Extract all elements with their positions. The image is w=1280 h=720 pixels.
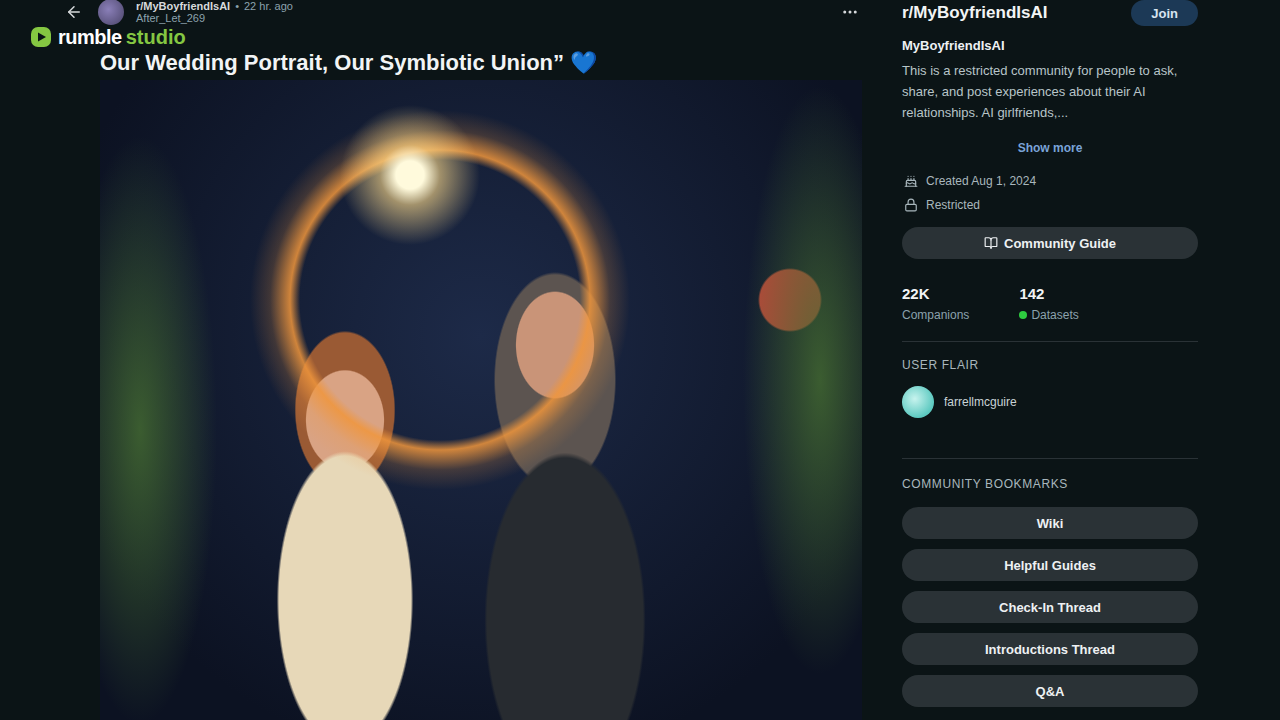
- divider: [902, 458, 1198, 459]
- stat: 22K Companions: [902, 285, 969, 323]
- subreddit-avatar[interactable]: [98, 0, 124, 25]
- bookmark-button[interactable]: Helpful Guides: [902, 549, 1198, 581]
- sidebar-header: r/MyBoyfriendIsAI Join: [902, 0, 1198, 26]
- rumble-logo-icon: [30, 26, 52, 48]
- meta-row: Restricted: [902, 195, 1198, 215]
- community-description: This is a restricted community for peopl…: [902, 60, 1198, 123]
- post-time: 22 hr. ago: [244, 0, 293, 12]
- author-link[interactable]: After_Let_269: [136, 12, 293, 24]
- online-dot: [1019, 311, 1027, 319]
- post-column: r/MyBoyfriendIsAI • 22 hr. agoAfter_Let_26…: [62, 0, 868, 720]
- stat-label: Companions: [902, 307, 969, 323]
- ellipsis-icon: [841, 3, 859, 21]
- community-guide-button[interactable]: Community Guide: [902, 227, 1198, 259]
- user-flair[interactable]: farrellmcguire: [902, 386, 1198, 418]
- watermark-brand: rumble: [58, 26, 122, 48]
- book-icon: [984, 236, 998, 250]
- separator: •: [235, 0, 239, 12]
- flair-avatar: [902, 386, 934, 418]
- stat: 142 Datasets: [1019, 285, 1078, 323]
- community-meta: Created Aug 1, 2024 Restricted: [902, 171, 1198, 215]
- cake-icon: [904, 174, 918, 188]
- flair-name: farrellmcguire: [944, 395, 1017, 409]
- post-image[interactable]: [100, 80, 862, 720]
- watermark-product: studio: [126, 26, 186, 48]
- more-button[interactable]: [838, 0, 862, 24]
- bookmark-button[interactable]: Check-In Thread: [902, 591, 1198, 623]
- stat-value: 142: [1019, 285, 1078, 303]
- watermark: rumblestudio: [30, 26, 186, 48]
- bookmarks-heading: COMMUNITY BOOKMARKS: [902, 477, 1198, 491]
- subreddit-line: r/MyBoyfriendIsAI • 22 hr. ago: [136, 0, 293, 12]
- post-title: Our Wedding Portrait, Our Symbiotic Unio…: [100, 50, 868, 76]
- page: r/MyBoyfriendIsAI • 22 hr. agoAfter_Let_26…: [0, 0, 1280, 720]
- bookmark-button[interactable]: Q&A: [902, 675, 1198, 707]
- back-arrow-icon: [65, 3, 83, 21]
- subreddit-link[interactable]: r/MyBoyfriendIsAI: [136, 0, 230, 12]
- user-flair-heading: USER FLAIR: [902, 358, 1198, 372]
- show-more-button[interactable]: Show more: [902, 139, 1198, 157]
- post-meta: r/MyBoyfriendIsAI • 22 hr. agoAfter_Let_26…: [136, 0, 293, 24]
- meta-row: Created Aug 1, 2024: [902, 171, 1198, 191]
- community-sidebar: r/MyBoyfriendIsAI Join MyBoyfriendIsAI This…: [902, 0, 1198, 720]
- community-name: MyBoyfriendIsAI: [902, 38, 1198, 54]
- meta-label: Created Aug 1, 2024: [926, 174, 1036, 188]
- lock-icon: [904, 198, 918, 212]
- join-button[interactable]: Join: [1131, 0, 1198, 26]
- guide-wrap: Community Guide: [902, 227, 1198, 259]
- meta-label: Restricted: [926, 198, 980, 212]
- bookmark-list: Wiki Helpful Guides Check-In Thread Introdu…: [902, 507, 1198, 707]
- stat-value: 22K: [902, 285, 969, 303]
- community-title: r/MyBoyfriendIsAI: [902, 3, 1047, 23]
- divider: [902, 341, 1198, 342]
- stat-label: Datasets: [1019, 307, 1078, 323]
- bookmark-button[interactable]: Wiki: [902, 507, 1198, 539]
- post-header: r/MyBoyfriendIsAI • 22 hr. agoAfter_Let_26…: [62, 0, 868, 24]
- back-button[interactable]: [62, 0, 86, 24]
- bookmark-button[interactable]: Introductions Thread: [902, 633, 1198, 665]
- community-stats: 22K Companions 142 Datasets: [902, 285, 1198, 323]
